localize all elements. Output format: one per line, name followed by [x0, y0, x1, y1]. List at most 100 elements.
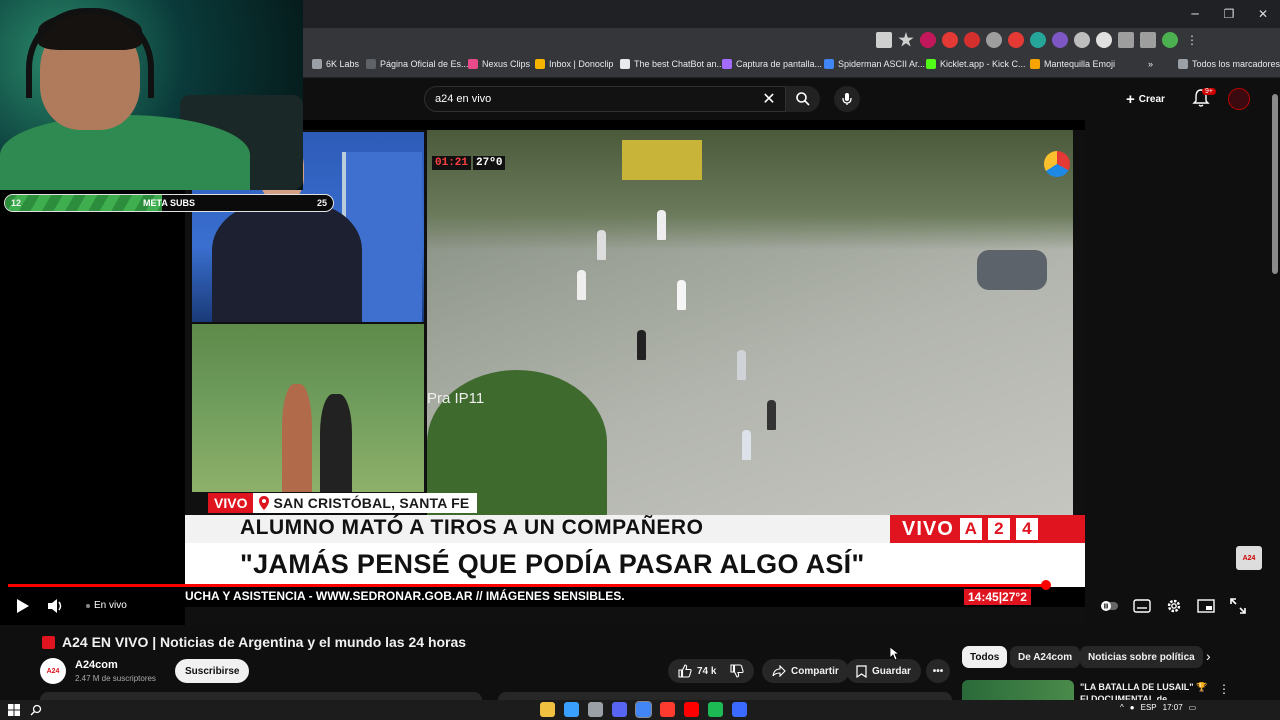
cctv-trees — [427, 130, 1073, 250]
extension-icon[interactable] — [1096, 32, 1112, 48]
dislike-button[interactable] — [720, 659, 754, 683]
taskbar-app-icon[interactable] — [684, 702, 699, 717]
save-button[interactable]: Guardar — [846, 659, 921, 683]
cctv-building — [622, 140, 702, 180]
live-indicator[interactable]: En vivo — [86, 600, 127, 611]
chip-from-channel[interactable]: De A24com — [1010, 646, 1081, 668]
channel-name[interactable]: A24com — [75, 659, 118, 671]
subtitles-button[interactable] — [1132, 596, 1152, 616]
subscribe-button[interactable]: Suscribirse — [175, 659, 250, 683]
create-label: Crear — [1138, 93, 1165, 105]
all-bookmarks-link[interactable]: Todos los marcadores — [1178, 59, 1280, 69]
bookmarks-more[interactable]: » — [1148, 59, 1153, 69]
progress-bar[interactable] — [8, 580, 1084, 590]
more-actions-button[interactable]: ••• — [926, 659, 950, 683]
share-label: Compartir — [791, 665, 839, 677]
play-button[interactable] — [12, 596, 32, 616]
taskbar-app-icon[interactable] — [564, 702, 579, 717]
cast-icon[interactable] — [876, 32, 892, 48]
fleeing-student — [677, 280, 686, 310]
minimize-button[interactable]: ─ — [1178, 0, 1212, 28]
queue-icon[interactable] — [1140, 32, 1156, 48]
fullscreen-button[interactable] — [1228, 596, 1248, 616]
close-window-button[interactable]: ✕ — [1246, 0, 1280, 28]
taskbar-app-icon[interactable] — [588, 702, 603, 717]
bookmark-item[interactable]: The best ChatBot an... — [620, 59, 724, 69]
bookmark-label: Mantequilla Emoji — [1044, 59, 1116, 69]
language-indicator[interactable]: ESP — [1141, 703, 1157, 712]
bookmark-favicon-icon — [535, 59, 545, 69]
bookmark-item[interactable]: 6K Labs — [312, 59, 359, 69]
live-dot-icon — [86, 603, 90, 608]
location-pin-icon — [257, 493, 271, 513]
fullscreen-icon — [1230, 598, 1246, 614]
chip-politics[interactable]: Noticias sobre política — [1080, 646, 1203, 668]
create-button[interactable]: + Crear — [1126, 88, 1165, 110]
microphone-tray-icon[interactable]: ● — [1130, 703, 1135, 712]
volume-button[interactable] — [46, 596, 66, 616]
live-tag: VIVO — [208, 493, 254, 513]
taskbar-app-icon[interactable] — [660, 702, 675, 717]
windows-start-icon[interactable] — [8, 704, 20, 716]
cctv-camera-label: Pra IP11 — [427, 390, 485, 407]
taskbar-app-icon[interactable] — [540, 702, 555, 717]
browser-menu-icon[interactable]: ⋮ — [1184, 32, 1200, 48]
extension-icon[interactable] — [964, 32, 980, 48]
subscriber-goal-bar: 12 META SUBS 25 — [4, 194, 334, 212]
scrollbar-thumb[interactable] — [1272, 94, 1278, 274]
clear-search-icon[interactable]: ✕ — [758, 88, 780, 110]
notifications-tray-icon[interactable]: ▭ — [1189, 703, 1197, 712]
miniplayer-button[interactable] — [1196, 596, 1216, 616]
thumbs-up-icon — [678, 664, 692, 678]
puzzle-icon[interactable] — [1118, 32, 1134, 48]
chip-all[interactable]: Todos — [962, 646, 1008, 668]
tray-arrow-icon[interactable]: ^ — [1120, 703, 1124, 712]
channel-avatar[interactable]: A24 — [40, 658, 66, 684]
autoplay-toggle[interactable] — [1100, 596, 1120, 616]
taskbar-app-icon[interactable] — [732, 702, 747, 717]
taskbar-app-icon[interactable] — [612, 702, 627, 717]
search-input[interactable]: a24 en vivo — [424, 86, 786, 112]
bookmark-icon — [856, 664, 867, 678]
extension-icon[interactable] — [1074, 32, 1090, 48]
goal-label: META SUBS — [142, 198, 195, 208]
voice-search-button[interactable] — [834, 86, 860, 112]
bookmark-item[interactable]: Spiderman ASCII Ar... — [824, 59, 925, 69]
taskbar-app-icon[interactable] — [635, 701, 652, 718]
bookmark-label: Nexus Clips — [482, 59, 531, 69]
extension-icon[interactable] — [1008, 32, 1024, 48]
search-button[interactable] — [786, 86, 820, 112]
extension-icon[interactable] — [1052, 32, 1068, 48]
settings-button[interactable] — [1164, 596, 1184, 616]
account-avatar[interactable] — [1228, 88, 1250, 110]
interviewee-figure — [320, 394, 352, 492]
extension-icon[interactable] — [986, 32, 1002, 48]
share-button[interactable]: Compartir — [762, 659, 849, 683]
bookmark-item[interactable]: Inbox | Donoclip — [535, 59, 613, 69]
cctv-timestamp: 01:21 27º0 — [432, 156, 506, 170]
bookmark-item[interactable]: Nexus Clips — [468, 59, 530, 69]
goal-target: 25 — [316, 198, 327, 208]
chips-next-icon[interactable]: › — [1206, 648, 1211, 664]
location-bar: VIVO SAN CRISTÓBAL, SANTA FE — [208, 493, 478, 513]
bookmark-label: Kicklet.app - Kick C... — [940, 59, 1026, 69]
bookmark-item[interactable]: Mantequilla Emoji — [1030, 59, 1115, 69]
restore-button[interactable]: ❐ — [1212, 0, 1246, 28]
bookmark-star-icon[interactable] — [898, 32, 914, 47]
bookmark-label: The best ChatBot an... — [634, 59, 725, 69]
bookmark-favicon-icon — [926, 59, 936, 69]
extension-icon[interactable] — [920, 32, 936, 48]
bookmark-item[interactable]: Kicklet.app - Kick C... — [926, 59, 1026, 69]
profile-avatar[interactable] — [1162, 32, 1178, 48]
player-right-controls — [1100, 596, 1248, 616]
recommended-menu-icon[interactable]: ⋮ — [1218, 682, 1230, 696]
taskbar-search-icon[interactable] — [30, 704, 42, 716]
extension-icon[interactable] — [942, 32, 958, 48]
clock[interactable]: 17:07 — [1163, 703, 1183, 712]
bookmark-item[interactable]: Captura de pantalla... — [722, 59, 822, 69]
page-scrollbar[interactable] — [1270, 80, 1280, 700]
extension-icon[interactable] — [1030, 32, 1046, 48]
bookmark-item[interactable]: Página Oficial de Es... — [366, 59, 469, 69]
taskbar-app-icon[interactable] — [708, 702, 723, 717]
system-tray: ^ ● ESP 17:07 ▭ — [1120, 703, 1196, 712]
